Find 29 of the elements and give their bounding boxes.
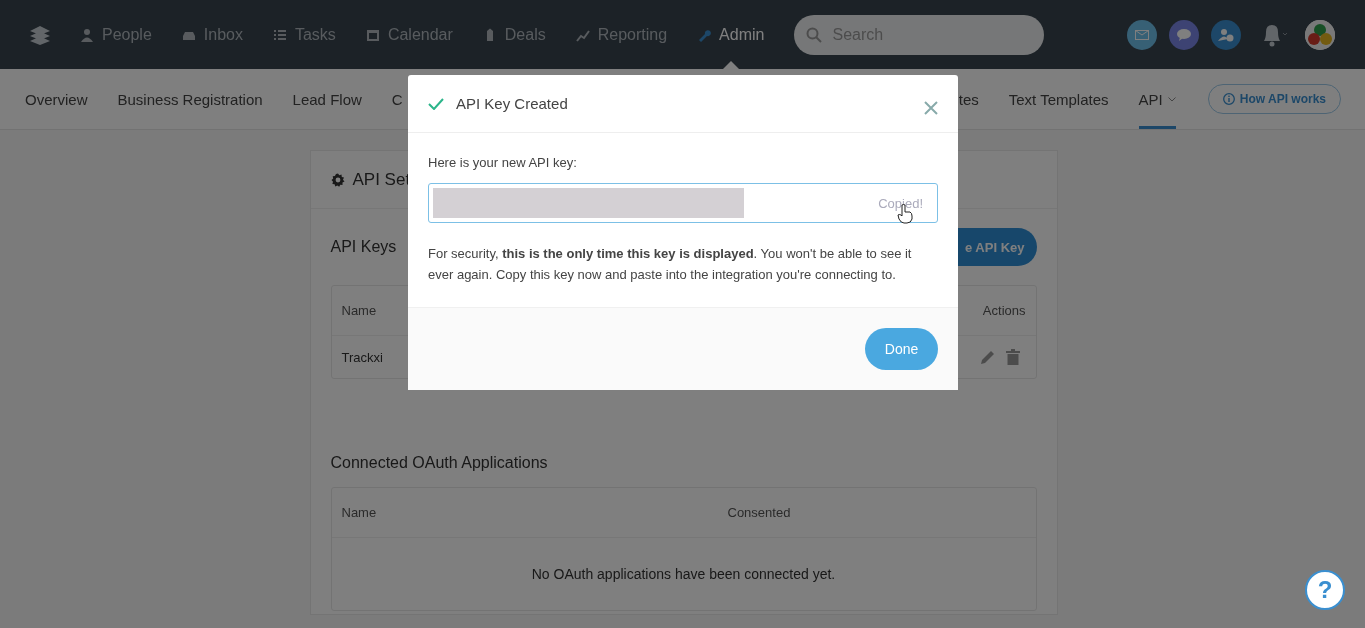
help-button[interactable]: ? — [1305, 570, 1345, 610]
table-cell: Trackxi — [341, 349, 383, 365]
nav-item[interactable]: Inbox — [181, 25, 243, 44]
nav-tab[interactable]: Business Registration — [117, 69, 263, 129]
nav-tab[interactable]: API — [1138, 69, 1176, 129]
security-message: For security, this is the only time this key is displayed. You won't be able to see it ever again. Copy this key now and paste into the integration you're connecting to. — [428, 245, 913, 284]
section-title: API Keys — [330, 238, 397, 256]
copy-status: Copied! — [878, 195, 923, 211]
help-link[interactable]: How API works — [1207, 84, 1341, 114]
column-header: Consented — [727, 505, 791, 520]
nav-tab[interactable]: C — [391, 69, 403, 129]
key-field[interactable]: Copied! — [428, 183, 938, 223]
nav-item[interactable]: People — [80, 25, 152, 44]
dialog-title: API Key Created — [456, 95, 568, 112]
nav-tab[interactable]: Lead Flow — [292, 69, 362, 129]
nav-item[interactable]: Reporting — [575, 25, 668, 44]
nav-item[interactable]: Calendar — [365, 25, 453, 44]
field-label: Here is your new API key: — [428, 155, 578, 170]
nav-tab[interactable]: tes — [958, 69, 979, 129]
done-button[interactable]: Done — [865, 328, 938, 370]
column-header: Name — [341, 303, 377, 318]
column-header: Name — [341, 505, 378, 520]
nav-item[interactable]: Deals — [482, 25, 546, 44]
nav-tab[interactable]: Overview — [25, 69, 88, 129]
empty-message: No OAuth applications have been connected yet. — [531, 566, 836, 582]
column-header: Actions — [982, 303, 1026, 318]
nav-tab[interactable]: Text Templates — [1008, 69, 1109, 129]
section-title: Connected OAuth Applications — [330, 454, 548, 472]
nav-item[interactable]: Tasks — [272, 25, 336, 44]
